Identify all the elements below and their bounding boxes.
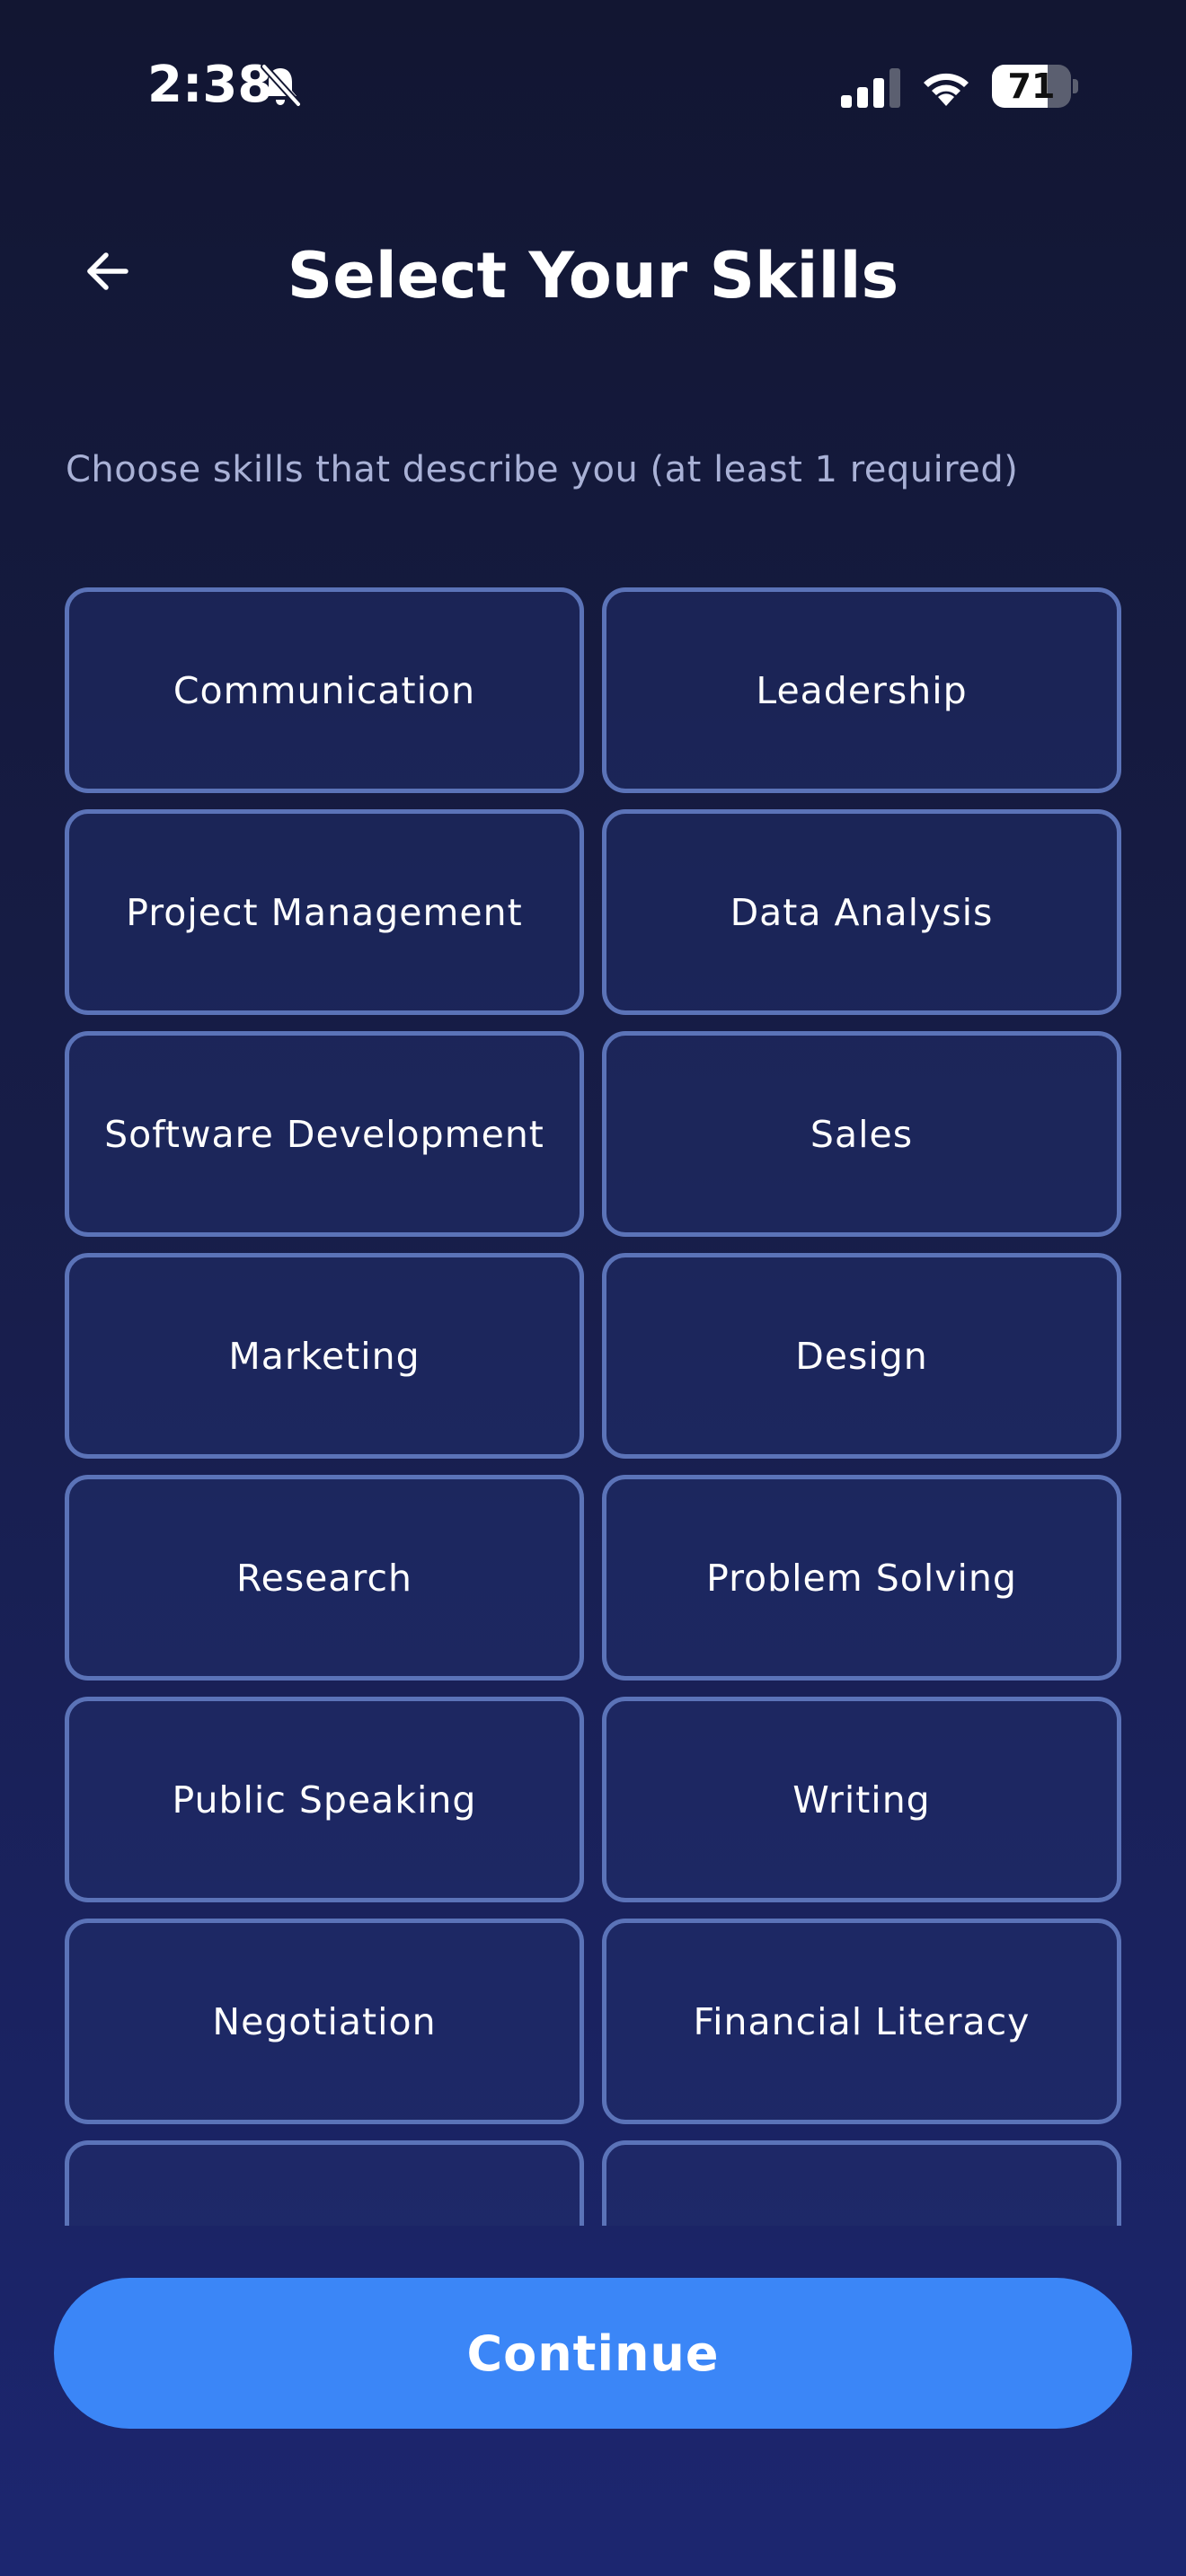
skill-card[interactable]: Software Development bbox=[65, 1031, 584, 1237]
page-title: Select Your Skills bbox=[287, 239, 899, 313]
skill-card[interactable]: Sales bbox=[602, 1031, 1121, 1237]
wifi-icon bbox=[920, 65, 972, 106]
skills-grid: Communication Leadership Project Managemen… bbox=[65, 587, 1121, 2226]
skill-label: Research bbox=[235, 1556, 413, 1600]
skill-card[interactable]: Public Speaking bbox=[65, 1697, 584, 1902]
cellular-signal-icon bbox=[841, 68, 900, 108]
skill-card[interactable] bbox=[602, 2140, 1121, 2226]
skill-label: Design bbox=[795, 1334, 928, 1378]
skill-label: Financial Literacy bbox=[693, 1999, 1031, 2043]
subtitle: Choose skills that describe you (at leas… bbox=[66, 449, 1019, 490]
battery-level: 71 bbox=[1007, 66, 1056, 106]
status-time: 2:38 bbox=[147, 56, 273, 114]
skill-card[interactable]: Financial Literacy bbox=[602, 1919, 1121, 2124]
skill-label: Data Analysis bbox=[730, 890, 994, 934]
skill-label: Sales bbox=[810, 1112, 914, 1156]
skill-card[interactable]: Research bbox=[65, 1475, 584, 1681]
arrow-left-icon bbox=[87, 252, 128, 290]
skill-label: Negotiation bbox=[212, 1999, 437, 2043]
skill-card[interactable]: Problem Solving bbox=[602, 1475, 1121, 1681]
skill-label: Public Speaking bbox=[172, 1778, 477, 1822]
skill-label: Writing bbox=[792, 1778, 931, 1822]
skill-label: Project Management bbox=[126, 890, 523, 934]
skill-card[interactable] bbox=[65, 2140, 584, 2226]
skill-card[interactable]: Leadership bbox=[602, 587, 1121, 793]
skill-card[interactable]: Writing bbox=[602, 1697, 1121, 1902]
skill-card[interactable]: Design bbox=[602, 1253, 1121, 1459]
skill-card[interactable]: Negotiation bbox=[65, 1919, 584, 2124]
skill-label: Leadership bbox=[756, 668, 968, 712]
bell-slash-icon bbox=[259, 63, 302, 108]
skill-card[interactable]: Project Management bbox=[65, 809, 584, 1015]
skill-card[interactable]: Marketing bbox=[65, 1253, 584, 1459]
skills-scroll-area[interactable]: Communication Leadership Project Managemen… bbox=[0, 582, 1186, 2226]
skill-label: Communication bbox=[173, 668, 476, 712]
back-button[interactable] bbox=[72, 235, 144, 307]
skill-card[interactable]: Communication bbox=[65, 587, 584, 793]
skill-label: Software Development bbox=[104, 1112, 544, 1156]
skill-card[interactable]: Data Analysis bbox=[602, 809, 1121, 1015]
skill-label: Marketing bbox=[228, 1334, 420, 1378]
battery-icon: 71 bbox=[992, 65, 1078, 108]
continue-button[interactable]: Continue bbox=[54, 2278, 1132, 2429]
skill-label: Problem Solving bbox=[706, 1556, 1017, 1600]
status-bar: 2:38 71 bbox=[0, 0, 1186, 171]
